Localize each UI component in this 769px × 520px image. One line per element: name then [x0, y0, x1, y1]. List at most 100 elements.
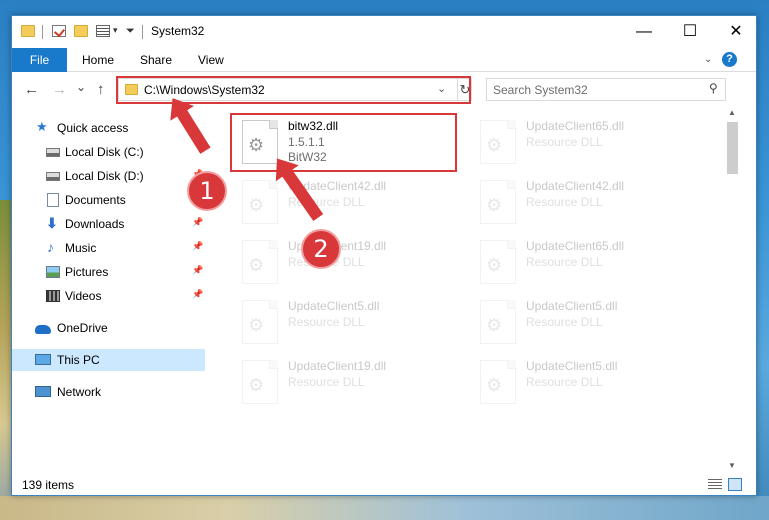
tab-home[interactable]: Home: [82, 48, 114, 72]
sidebar-item-pictures[interactable]: Pictures 📌: [12, 261, 205, 283]
file-name: UpdateClient42.dll: [526, 179, 625, 193]
sidebar-item-label: Videos: [65, 289, 102, 303]
window-title: System32: [151, 24, 205, 38]
new-folder-icon[interactable]: [74, 25, 88, 37]
sidebar-item-documents[interactable]: Documents 📌: [12, 189, 205, 211]
ribbon-tabs: File Home Share View ⌄ ?: [12, 48, 756, 72]
sidebar-item-label: OneDrive: [57, 321, 108, 335]
file-tile[interactable]: ⚙ UpdateClient5.dll Resource DLL: [232, 293, 462, 351]
sidebar-item-label: This PC: [57, 353, 100, 367]
network-icon: [35, 386, 51, 397]
details-view-icon[interactable]: [708, 479, 722, 490]
sidebar-item-videos[interactable]: Videos 📌: [12, 285, 205, 307]
file-tile[interactable]: ⚙ UpdateClient5.dll Resource DLL: [470, 293, 700, 351]
title-bar[interactable]: ▾ ⏷ System32 — ☐ ✕: [12, 16, 756, 48]
navigation-pane: ★ Quick access Local Disk (C:) Local Dis…: [12, 108, 205, 468]
dll-file-icon: ⚙: [242, 180, 278, 224]
file-tile[interactable]: ⚙ UpdateClient42.dll Resource DLL: [232, 173, 462, 231]
dll-file-icon: ⚙: [480, 300, 516, 344]
dll-file-icon: ⚙: [480, 240, 516, 284]
dll-file-icon: ⚙: [242, 240, 278, 284]
status-bar: 139 items: [12, 474, 756, 496]
sidebar-item-local-disk-d[interactable]: Local Disk (D:) 📌: [12, 165, 205, 187]
scroll-down-icon[interactable]: ▼: [728, 461, 736, 470]
file-description: Resource DLL: [526, 315, 603, 329]
music-icon: ♪: [47, 239, 54, 255]
sidebar-item-label: Local Disk (D:): [65, 169, 144, 183]
sidebar-item-local-disk-c[interactable]: Local Disk (C:): [12, 141, 205, 163]
recent-locations-chevron-icon[interactable]: ⌄: [76, 80, 86, 94]
dll-file-icon: ⚙: [480, 120, 516, 164]
file-description: Resource DLL: [526, 375, 603, 389]
back-arrow-icon[interactable]: ←: [24, 81, 39, 98]
videos-icon: [46, 290, 60, 302]
help-icon[interactable]: ?: [722, 52, 737, 67]
properties-check-icon[interactable]: [52, 25, 66, 37]
sidebar-item-label: Pictures: [65, 265, 109, 279]
sidebar-item-label: Music: [65, 241, 97, 255]
minimize-button[interactable]: —: [621, 16, 667, 47]
documents-icon: [47, 193, 59, 207]
search-icon[interactable]: ⚲: [709, 81, 718, 95]
sidebar-item-label: Downloads: [65, 217, 125, 231]
divider: [142, 25, 143, 39]
sidebar-item-music[interactable]: ♪ Music 📌: [12, 237, 205, 259]
onedrive-icon: [35, 325, 51, 334]
desktop-background-bottom: [0, 496, 769, 520]
vertical-scrollbar[interactable]: ▲ ▼: [724, 108, 740, 474]
drive-icon: [46, 148, 60, 157]
sidebar-item-onedrive[interactable]: OneDrive: [12, 317, 205, 339]
file-description: Resource DLL: [288, 315, 365, 329]
annotation-badge-1: 1: [187, 171, 227, 211]
file-tile[interactable]: ⚙ UpdateClient42.dll Resource DLL: [470, 173, 700, 231]
properties-icon[interactable]: [96, 25, 110, 37]
forward-arrow-icon[interactable]: →: [52, 81, 67, 98]
file-tile[interactable]: ⚙ UpdateClient19.dll Resource DLL: [232, 353, 462, 411]
scrollbar-thumb[interactable]: [727, 122, 738, 174]
dll-file-icon: ⚙: [480, 360, 516, 404]
item-count: 139 items: [22, 478, 75, 492]
scroll-up-icon[interactable]: ▲: [728, 108, 736, 117]
pin-icon[interactable]: 📌: [192, 289, 203, 300]
file-description: Resource DLL: [526, 195, 603, 209]
file-name: UpdateClient5.dll: [288, 299, 380, 313]
chevron-down-icon[interactable]: ▾: [113, 25, 118, 36]
tab-view[interactable]: View: [198, 48, 224, 72]
file-description: Resource DLL: [526, 135, 603, 149]
file-tile[interactable]: ⚙ UpdateClient19.dll Resource DLL: [232, 233, 462, 291]
file-highlight: [230, 113, 457, 172]
up-arrow-icon[interactable]: ↑: [97, 81, 105, 98]
file-description: Resource DLL: [288, 375, 365, 389]
pictures-icon: [46, 266, 60, 278]
pin-icon[interactable]: 📌: [192, 241, 203, 252]
dll-file-icon: ⚙: [480, 180, 516, 224]
file-tile[interactable]: ⚙ UpdateClient65.dll Resource DLL: [470, 233, 700, 291]
file-tile[interactable]: ⚙ UpdateClient65.dll Resource DLL: [470, 113, 700, 171]
file-name: UpdateClient65.dll: [526, 119, 625, 133]
search-box[interactable]: ⚲: [486, 78, 726, 101]
file-name: UpdateClient19.dll: [288, 359, 387, 373]
sidebar-item-network[interactable]: Network: [12, 381, 205, 403]
pin-icon[interactable]: 📌: [192, 265, 203, 276]
close-button[interactable]: ✕: [713, 16, 759, 47]
sidebar-item-downloads[interactable]: ⬇ Downloads 📌: [12, 213, 205, 235]
pin-icon[interactable]: 📌: [192, 217, 203, 228]
sidebar-item-quick-access[interactable]: ★ Quick access: [12, 117, 205, 139]
folder-icon: [21, 25, 35, 37]
sidebar-item-this-pc[interactable]: This PC: [12, 349, 205, 371]
file-name: UpdateClient65.dll: [526, 239, 625, 253]
this-pc-icon: [35, 354, 51, 365]
search-input[interactable]: [487, 79, 697, 100]
maximize-button[interactable]: ☐: [667, 16, 713, 47]
file-name: UpdateClient5.dll: [526, 299, 618, 313]
customize-toolbar-icon[interactable]: ⏷: [126, 25, 135, 38]
divider: [42, 25, 43, 39]
sidebar-item-label: Quick access: [57, 121, 129, 135]
expand-ribbon-icon[interactable]: ⌄: [704, 54, 712, 65]
sidebar-item-label: Documents: [65, 193, 126, 207]
tab-file[interactable]: File: [12, 48, 67, 72]
dll-file-icon: ⚙: [242, 300, 278, 344]
file-tile[interactable]: ⚙ UpdateClient5.dll Resource DLL: [470, 353, 700, 411]
tiles-view-icon[interactable]: [728, 478, 742, 491]
tab-share[interactable]: Share: [140, 48, 172, 72]
